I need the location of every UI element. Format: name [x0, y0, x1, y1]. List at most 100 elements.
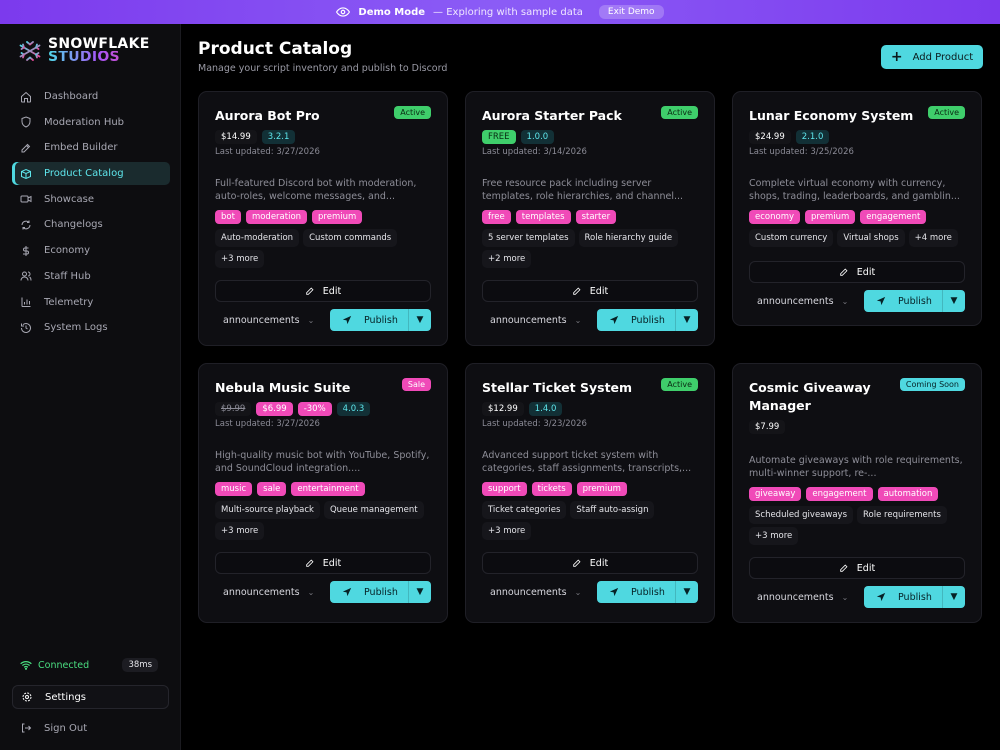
edit-button[interactable]: Edit	[215, 280, 431, 302]
sidebar-item-label: Dashboard	[44, 91, 99, 102]
pencil-icon	[573, 287, 581, 295]
publish-dropdown-button[interactable]: ▼	[942, 586, 965, 608]
publish-label: Publish	[364, 586, 398, 598]
edit-label: Edit	[856, 266, 876, 278]
edit-label: Edit	[589, 557, 609, 569]
feature-chip: 5 server templates	[482, 229, 575, 247]
edit-button[interactable]: Edit	[215, 552, 431, 574]
feature-chip: Multi-source playback	[215, 501, 320, 519]
sidebar-item-dashboard[interactable]: Dashboard	[12, 85, 170, 108]
tag-list: music sale entertainment	[215, 482, 365, 496]
price: $7.99	[749, 420, 786, 434]
channel-select[interactable]: announcements ⌄	[482, 581, 592, 603]
add-product-label: Add Product	[912, 51, 974, 63]
edit-button[interactable]: Edit	[482, 280, 698, 302]
edit-button[interactable]: Edit	[749, 557, 965, 579]
sidebar-item-staff-hub[interactable]: Staff Hub	[12, 265, 170, 288]
tag: entertainment	[291, 482, 365, 496]
tag-list: economy premium engagement	[749, 210, 927, 224]
feature-chip: Queue management	[323, 501, 424, 519]
channel-select[interactable]: announcements ⌄	[215, 581, 325, 603]
tag: moderation	[245, 210, 308, 224]
more-features-chip[interactable]: +3 more	[215, 522, 265, 540]
publish-dropdown-button[interactable]: ▼	[675, 581, 698, 603]
publish-dropdown-button[interactable]: ▼	[408, 309, 431, 331]
sidebar-item-showcase[interactable]: Showcase	[12, 188, 170, 211]
channel-select[interactable]: announcements ⌄	[749, 586, 859, 608]
camera-icon	[20, 195, 32, 203]
sign-out-button[interactable]: Sign Out	[12, 718, 87, 738]
last-updated: Last updated: 3/23/2026	[482, 419, 587, 429]
channel-value: announcements	[223, 586, 300, 598]
refresh-icon	[21, 220, 31, 230]
price-row: $12.99 1.4.0	[482, 402, 563, 416]
publish-button[interactable]: Publish	[597, 315, 675, 326]
sidebar: SNOWFLAKE STUDIOS Dashboard Moderation H…	[0, 24, 181, 750]
sidebar-item-telemetry[interactable]: Telemetry	[12, 291, 170, 314]
tag: support	[482, 482, 527, 496]
publish-button[interactable]: Publish	[864, 296, 942, 307]
tag: sale	[257, 482, 287, 496]
sidebar-item-embed-builder[interactable]: Embed Builder	[12, 136, 170, 159]
pencil-icon	[306, 559, 314, 567]
gear-icon	[22, 692, 32, 702]
version-badge: 1.0.0	[520, 130, 555, 144]
channel-select[interactable]: announcements ⌄	[215, 309, 325, 331]
edit-button[interactable]: Edit	[749, 261, 965, 283]
chevron-down-icon: ⌄	[841, 592, 849, 602]
brand-line2: STUDIOS	[48, 50, 150, 64]
product-card: Aurora Bot Pro Active $14.99 3.2.1 Last …	[198, 91, 448, 346]
sidebar-item-system-logs[interactable]: System Logs	[12, 316, 170, 339]
price-row: FREE 1.0.0	[482, 130, 555, 144]
status-badge: Coming Soon	[899, 378, 965, 391]
publish-split-button: Publish ▼	[330, 309, 431, 331]
product-title: Aurora Bot Pro	[215, 108, 320, 123]
status-badge: Sale	[401, 378, 431, 391]
plus-icon: +	[890, 49, 903, 65]
sidebar-item-economy[interactable]: Economy	[12, 239, 170, 262]
product-card: Cosmic Giveaway Manager Coming Soon $7.9…	[732, 363, 982, 623]
sidebar-item-product-catalog[interactable]: Product Catalog	[12, 162, 170, 186]
tag: bot	[215, 210, 241, 224]
sidebar-item-moderation-hub[interactable]: Moderation Hub	[12, 111, 170, 134]
more-features-chip[interactable]: +4 more	[908, 229, 958, 247]
channel-select[interactable]: announcements ⌄	[749, 290, 859, 312]
more-features-chip[interactable]: +2 more	[482, 250, 532, 268]
more-features-chip[interactable]: +3 more	[215, 250, 265, 268]
status-badge: Active	[661, 378, 698, 391]
settings-button[interactable]: Settings	[12, 685, 169, 709]
product-card: Nebula Music Suite Sale $9.99 $6.99 -30%…	[198, 363, 448, 623]
feature-chip: Ticket categories	[482, 501, 567, 519]
brand-logo[interactable]: SNOWFLAKE STUDIOS	[18, 37, 150, 64]
feature-chip: Auto-moderation	[215, 229, 300, 247]
publish-dropdown-button[interactable]: ▼	[408, 581, 431, 603]
channel-select[interactable]: announcements ⌄	[482, 309, 592, 331]
publish-button[interactable]: Publish	[864, 592, 942, 603]
add-product-button[interactable]: + Add Product	[881, 45, 983, 69]
settings-label: Settings	[45, 691, 87, 703]
publish-button[interactable]: Publish	[597, 587, 675, 598]
product-description: Full-featured Discord bot with moderatio…	[215, 178, 417, 202]
send-icon	[342, 315, 352, 325]
more-features-chip[interactable]: +3 more	[482, 522, 532, 540]
feature-chip: Role requirements	[857, 506, 947, 524]
publish-split-button: Publish ▼	[597, 309, 698, 331]
publish-button[interactable]: Publish	[330, 587, 408, 598]
publish-split-button: Publish ▼	[597, 581, 698, 603]
exit-demo-button[interactable]: Exit Demo	[598, 5, 664, 19]
sidebar-item-label: Embed Builder	[44, 142, 118, 154]
sidebar-item-changelogs[interactable]: Changelogs	[12, 213, 170, 236]
price-row: $24.99 2.1.0	[749, 130, 830, 144]
status-badge: Active	[928, 106, 965, 119]
tag: premium	[312, 210, 363, 224]
product-description: Advanced support ticket system with cate…	[482, 450, 692, 474]
tag-list: bot moderation premium	[215, 210, 363, 224]
publish-dropdown-button[interactable]: ▼	[675, 309, 698, 331]
feature-list: 5 server templates Role hierarchy guide …	[482, 229, 707, 268]
edit-button[interactable]: Edit	[482, 552, 698, 574]
publish-button[interactable]: Publish	[330, 315, 408, 326]
price: $14.99	[215, 130, 257, 144]
more-features-chip[interactable]: +3 more	[749, 527, 799, 545]
publish-dropdown-button[interactable]: ▼	[942, 290, 965, 312]
product-description: Complete virtual economy with currency, …	[749, 178, 960, 202]
